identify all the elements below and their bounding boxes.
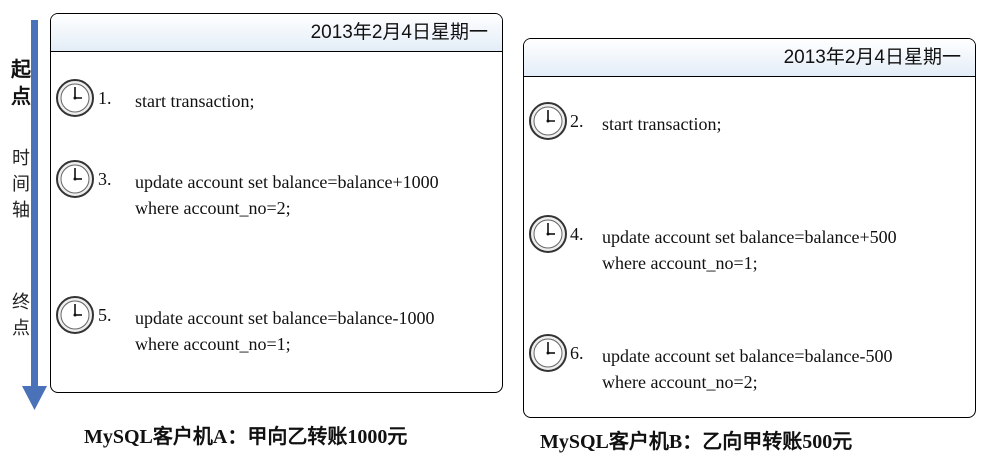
client-b-panel: 2013年2月4日星期一 2. start transaction; 4. up… [523,38,976,418]
step-number: 2. [570,111,584,131]
client-a-caption: MySQL客户机A：甲向乙转账1000元 [84,426,408,448]
step-statement: update account set balance=balance+1000 … [135,172,439,218]
clock-icon [529,102,567,140]
clock-icon [529,215,567,253]
client-a-panel: 2013年2月4日星期一 1. start transaction; 3. up… [50,13,503,393]
client-b-caption: MySQL客户机B：乙向甲转账500元 [540,431,853,453]
step-number: 1. [98,88,112,108]
step-statement: start transaction; [135,91,255,111]
clock-icon [56,296,94,334]
client-a-date: 2013年2月4日星期一 [51,14,502,52]
step-statement: update account set balance=balance+500 w… [602,227,897,273]
step-number: 6. [570,343,584,363]
clock-icon [56,79,94,117]
clock-icon [529,334,567,372]
step-statement: update account set balance=balance-500 w… [602,346,893,392]
step-number: 5. [98,305,112,325]
step-statement: start transaction; [602,114,722,134]
clock-icon [56,160,94,198]
timeline-axis-label: 时 间 轴 [12,148,30,221]
timeline-start-label: 起 点 [11,57,31,108]
step-number: 4. [570,224,584,244]
step-number: 3. [98,169,112,189]
timeline-end-label: 终 点 [12,292,30,339]
step-statement: update account set balance=balance-1000 … [135,308,435,354]
client-b-date: 2013年2月4日星期一 [524,39,975,77]
